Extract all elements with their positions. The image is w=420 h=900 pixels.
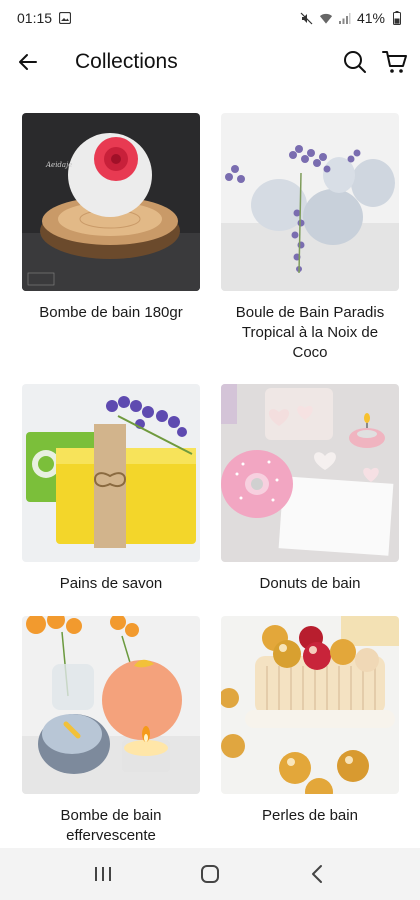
collection-label[interactable]: Bombe de bain effervescente bbox=[22, 806, 200, 846]
gallery-notification-icon bbox=[58, 11, 72, 25]
back-button[interactable] bbox=[14, 48, 42, 76]
collection-label[interactable]: Donuts de bain bbox=[221, 574, 399, 594]
collection-card-paradise-tropical[interactable]: Boule de Bain Paradis Tropical à la Noix… bbox=[221, 113, 399, 363]
system-nav-bar bbox=[0, 848, 420, 900]
recents-button[interactable] bbox=[83, 854, 123, 894]
collections-grid: Aeidaje Bombe de bain 180gr Boule de Bai… bbox=[0, 88, 420, 848]
collection-image[interactable] bbox=[221, 113, 399, 291]
collection-image[interactable] bbox=[22, 384, 200, 562]
cart-icon bbox=[382, 51, 407, 73]
status-left: 01:15 bbox=[17, 10, 72, 26]
collection-card-effervescent-bath-bomb[interactable]: Bombe de bain effervescente bbox=[22, 616, 200, 846]
collection-card-bath-pearls[interactable]: Perles de bain bbox=[221, 616, 399, 826]
svg-text:Aeidaje: Aeidaje bbox=[45, 161, 72, 169]
status-time: 01:15 bbox=[17, 10, 53, 26]
arrow-left-icon bbox=[19, 54, 37, 70]
collection-card-bath-bomb-180gr[interactable]: Aeidaje Bombe de bain 180gr bbox=[22, 113, 200, 323]
home-icon bbox=[200, 865, 219, 883]
signal-icon bbox=[338, 11, 352, 25]
collection-image[interactable] bbox=[22, 616, 200, 794]
collection-label[interactable]: Boule de Bain Paradis Tropical à la Noix… bbox=[221, 303, 399, 363]
back-chevron-icon bbox=[311, 865, 322, 883]
recents-icon bbox=[95, 867, 112, 881]
collection-label[interactable]: Pains de savon bbox=[22, 574, 200, 594]
search-button[interactable] bbox=[340, 47, 370, 77]
collection-card-soap-bars[interactable]: Pains de savon bbox=[22, 384, 200, 594]
collection-image[interactable] bbox=[221, 616, 399, 794]
collection-image[interactable]: Aeidaje bbox=[22, 113, 200, 291]
collection-label[interactable]: Bombe de bain 180gr bbox=[22, 303, 200, 323]
collection-card-bath-donuts[interactable]: Donuts de bain bbox=[221, 384, 399, 594]
collection-label[interactable]: Perles de bain bbox=[221, 806, 399, 826]
system-back-button[interactable] bbox=[297, 854, 337, 894]
cart-button[interactable] bbox=[380, 47, 410, 77]
battery-percent: 41% bbox=[356, 10, 385, 26]
status-right: 41% bbox=[300, 10, 404, 26]
wifi-icon bbox=[319, 11, 333, 25]
collection-image[interactable] bbox=[221, 384, 399, 562]
search-icon bbox=[344, 51, 366, 73]
status-bar: 01:15 41% bbox=[0, 0, 420, 36]
battery-icon bbox=[390, 11, 404, 25]
mute-icon bbox=[300, 11, 314, 25]
home-button[interactable] bbox=[190, 854, 230, 894]
app-bar: Collections bbox=[0, 36, 420, 88]
page-title: Collections bbox=[75, 50, 178, 73]
